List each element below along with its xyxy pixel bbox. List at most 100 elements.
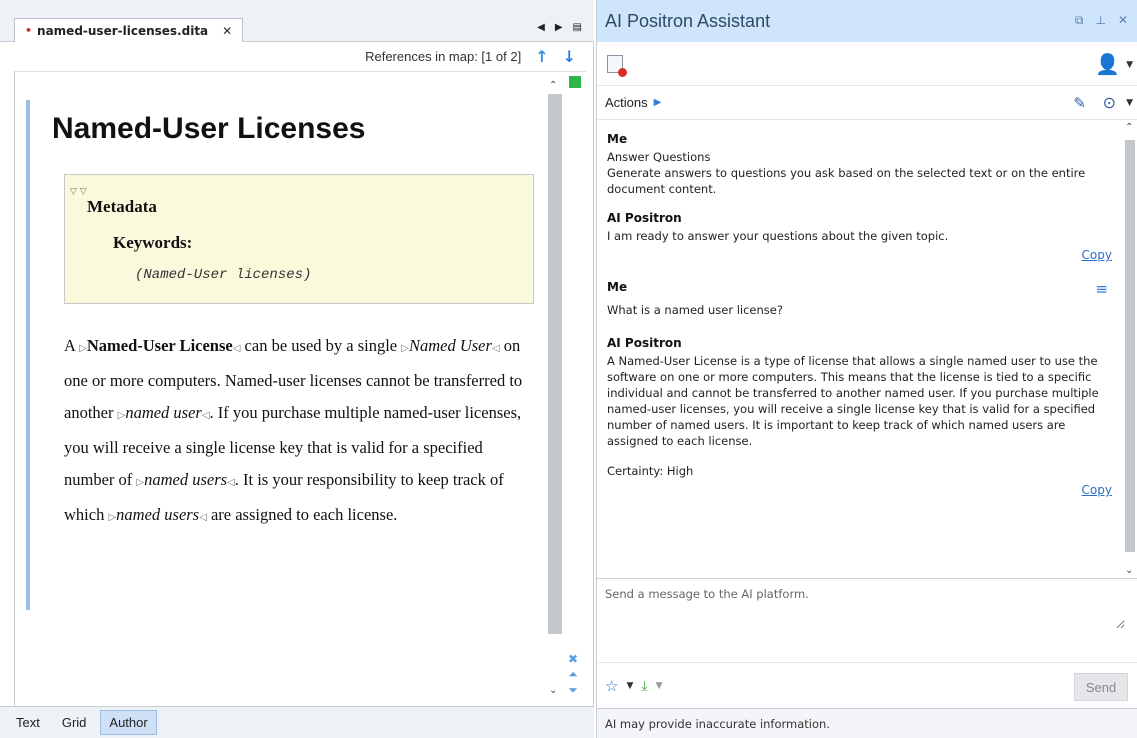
page-title: Named-User Licenses xyxy=(52,112,366,145)
term-end-marker-icon: ◁ xyxy=(491,343,500,354)
composer-toolbar: ☆ ▼ ⤓ ▼ Send xyxy=(597,662,1137,708)
tab-grid[interactable]: Grid xyxy=(54,711,95,734)
chat-message: AI Positron A Named-User License is a ty… xyxy=(607,336,1112,497)
arrow-up-icon[interactable]: ↑ xyxy=(535,47,548,66)
close-panel-icon[interactable]: ✕ xyxy=(1118,13,1128,28)
keywords-label: Keywords: xyxy=(113,233,193,252)
references-bar: References in map: [1 of 2] ↑ ↓ xyxy=(14,42,586,72)
message-composer xyxy=(597,578,1137,662)
assistant-title-bar: AI Positron Assistant ⧉ ⊥ ✕ xyxy=(597,0,1137,42)
panel-window-buttons: ⧉ ⊥ ✕ xyxy=(1075,13,1128,28)
tab-right-icon[interactable]: ▶ xyxy=(555,22,563,33)
body-paragraph: A ▷Named-User License◁ can be used by a … xyxy=(64,330,524,534)
chat-scrollbar[interactable]: ⌃ ⌄ xyxy=(1122,120,1137,578)
collapse-triangle-icon[interactable]: ▽ ▽ xyxy=(70,187,87,197)
assistant-panel: AI Positron Assistant ⧉ ⊥ ✕ 👤 ▼ Actions … xyxy=(596,0,1137,738)
send-button[interactable]: Send xyxy=(1074,673,1128,701)
message-text: Generate answers to questions you ask ba… xyxy=(607,166,1086,196)
scroll-down-icon[interactable]: ⌄ xyxy=(1125,565,1133,576)
scroll-up-icon[interactable]: ⌃ xyxy=(549,80,557,91)
scroll-up-icon[interactable]: ⌃ xyxy=(1125,122,1133,133)
close-icon[interactable]: ✕ xyxy=(222,24,232,38)
editor-tab-bar: • named-user-licenses.dita ✕ ◀ ▶ ▤ xyxy=(0,0,594,42)
edit-icon[interactable]: ✎ xyxy=(1073,94,1086,112)
term-start-marker-icon: ▷ xyxy=(401,343,409,354)
tab-text[interactable]: Text xyxy=(8,711,48,734)
user-icon[interactable]: 👤 xyxy=(1095,52,1120,76)
term-start-marker-icon: ▷ xyxy=(79,343,87,354)
arrow-down-icon[interactable]: ↓ xyxy=(563,47,576,66)
chat-message: Me ≡ What is a named user license? xyxy=(607,280,1112,318)
term-end-marker-icon: ◁ xyxy=(201,410,210,421)
term-named-users: named users xyxy=(116,505,200,524)
term-named-user-license: Named-User License xyxy=(86,336,233,355)
term-end-marker-icon: ◁ xyxy=(227,477,235,488)
history-icon[interactable]: ⊙ xyxy=(1103,93,1116,112)
message-text: A Named-User License is a type of licens… xyxy=(607,354,1099,448)
restore-icon[interactable]: ⧉ xyxy=(1075,13,1084,28)
actions-menu[interactable]: Actions xyxy=(605,95,648,110)
tab-left-icon[interactable]: ◀ xyxy=(537,22,545,33)
keywords-value: (Named-User licenses) xyxy=(135,267,312,283)
term-start-marker-icon: ▷ xyxy=(136,477,145,488)
document-tab-label: named-user-licenses.dita xyxy=(37,23,209,38)
chevron-down-icon[interactable]: ▼ xyxy=(626,681,633,691)
copy-link[interactable]: Copy xyxy=(607,483,1112,497)
actions-bar: Actions ▶ ✎ ⊙ ▼ xyxy=(597,86,1137,120)
topic-margin-bar xyxy=(26,100,30,610)
scrollbar-thumb[interactable] xyxy=(548,94,562,634)
tab-navigation: ◀ ▶ ▤ xyxy=(537,22,582,33)
para-text: are assigned to each license. xyxy=(206,505,398,524)
star-icon[interactable]: ☆ xyxy=(605,677,618,695)
message-sender: AI Positron xyxy=(607,211,682,225)
chat-message: Me Answer Questions Generate answers to … xyxy=(607,132,1112,197)
para-text: can be used by a single xyxy=(240,336,402,355)
term-named-user: named user xyxy=(125,403,202,422)
term-named-user: Named User xyxy=(408,336,492,355)
scrollbar-thumb[interactable] xyxy=(1125,140,1135,552)
chat-transcript: Me Answer Questions Generate answers to … xyxy=(597,120,1122,578)
modified-indicator: • xyxy=(25,24,33,37)
message-text: I am ready to answer your questions abou… xyxy=(607,229,949,243)
reuse-prompt-icon[interactable]: ≡ xyxy=(1095,280,1108,298)
chevron-down-icon[interactable]: ▼ xyxy=(656,681,663,691)
chevron-down-icon[interactable]: ▼ xyxy=(1126,60,1133,70)
tab-list-icon[interactable]: ▤ xyxy=(573,22,582,33)
chevron-down-icon[interactable]: ▼ xyxy=(1126,98,1133,108)
term-end-marker-icon: ◁ xyxy=(199,512,207,523)
chat-message: AI Positron I am ready to answer your qu… xyxy=(607,211,1112,262)
message-sender: Me xyxy=(607,280,628,294)
close-marker-icon[interactable]: ✖ xyxy=(568,652,578,666)
editor-scrollbar[interactable]: ⌃ ⌄ xyxy=(547,80,563,700)
message-text: What is a named user license? xyxy=(607,303,783,317)
references-text: References in map: [1 of 2] xyxy=(365,49,522,64)
assistant-title: AI Positron Assistant xyxy=(605,10,771,31)
pin-icon[interactable]: ⊥ xyxy=(1095,13,1105,28)
metadata-block: ▽ ▽ Metadata Keywords: (Named-User licen… xyxy=(64,174,534,304)
term-named-users: named users xyxy=(144,470,228,489)
message-input[interactable] xyxy=(605,587,1125,629)
editor-mode-bar: Text Grid Author xyxy=(0,706,594,738)
para-text: A xyxy=(64,336,80,355)
metadata-heading: Metadata xyxy=(87,197,157,216)
certainty-text: Certainty: High xyxy=(607,464,694,478)
assistant-toolbar: 👤 ▼ xyxy=(597,42,1137,86)
document-tab[interactable]: • named-user-licenses.dita ✕ xyxy=(14,18,244,42)
message-text: Answer Questions xyxy=(607,150,711,164)
validation-status-icon[interactable] xyxy=(569,76,581,88)
next-change-icon[interactable]: ⏷ xyxy=(568,683,578,698)
scroll-down-icon[interactable]: ⌄ xyxy=(549,685,557,696)
disclaimer-text: AI may provide inaccurate information. xyxy=(597,708,1137,738)
play-icon[interactable]: ▶ xyxy=(654,97,662,108)
document-content[interactable]: Named-User Licenses ▽ ▽ Metadata Keyword… xyxy=(52,84,542,534)
tab-author[interactable]: Author xyxy=(100,710,157,735)
message-sender: Me xyxy=(607,132,628,146)
editor-panel: • named-user-licenses.dita ✕ ◀ ▶ ▤ Refer… xyxy=(0,0,594,738)
copy-link[interactable]: Copy xyxy=(607,248,1112,262)
message-sender: AI Positron xyxy=(607,336,682,350)
insert-icon[interactable]: ⤓ xyxy=(641,678,647,694)
term-start-marker-icon: ▷ xyxy=(108,512,117,523)
record-document-icon[interactable] xyxy=(607,55,627,77)
prev-change-icon[interactable]: ⏶ xyxy=(568,667,578,682)
side-navigation: ✖ ⏶ ⏷ xyxy=(568,652,578,698)
